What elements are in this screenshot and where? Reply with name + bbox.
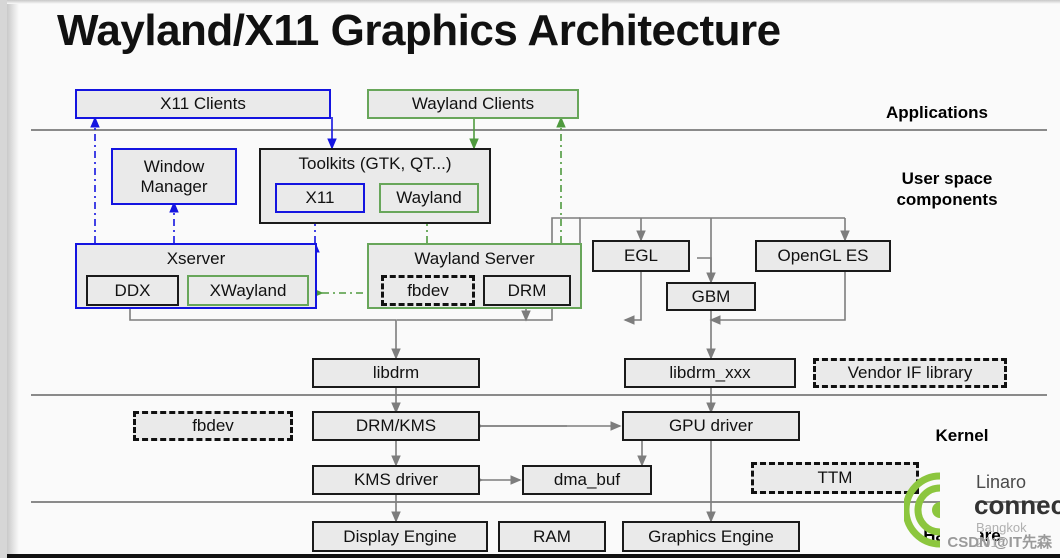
group-wayland-server-title: Wayland Server (414, 249, 535, 268)
divider-userspace (31, 394, 1047, 396)
diagram-canvas: Wayland/X11 Graphics Architecture Applic… (0, 0, 1060, 558)
box-toolkit-x11[interactable]: X11 (275, 183, 365, 213)
box-window-manager[interactable]: Window Manager (111, 148, 237, 205)
box-fbdev[interactable]: fbdev (133, 411, 293, 441)
zone-label-user-space-line1: User space (901, 169, 993, 188)
box-graphics-engine[interactable]: Graphics Engine (622, 521, 800, 552)
group-xserver-title: Xserver (166, 249, 226, 268)
box-ws-fbdev[interactable]: fbdev (381, 275, 475, 306)
logo-product: connect (974, 490, 1060, 520)
box-vendor-if-library[interactable]: Vendor IF library (813, 358, 1007, 388)
box-egl[interactable]: EGL (592, 240, 690, 272)
box-drm-kms[interactable]: DRM/KMS (312, 411, 480, 441)
page-title: Wayland/X11 Graphics Architecture (57, 6, 781, 55)
zone-label-applications: Applications (885, 103, 988, 122)
box-window-manager-line1: Window (143, 156, 205, 176)
box-toolkit-wayland[interactable]: Wayland (379, 183, 479, 213)
top-edge (7, 0, 1060, 4)
box-kms-driver[interactable]: KMS driver (312, 465, 480, 495)
divider-applications (31, 129, 1047, 131)
box-ttm[interactable]: TTM (751, 462, 919, 494)
box-libdrm[interactable]: libdrm (312, 358, 480, 388)
zone-label-user-space: User space components (862, 168, 1032, 211)
box-ram[interactable]: RAM (498, 521, 606, 552)
bottom-edge (7, 554, 1060, 558)
divider-kernel (31, 501, 1047, 503)
box-xwayland[interactable]: XWayland (187, 275, 309, 306)
group-wayland-server[interactable]: Wayland Server fbdev DRM (367, 243, 582, 309)
box-ws-drm[interactable]: DRM (483, 275, 571, 306)
zone-label-kernel: Kernel (935, 426, 989, 445)
zone-label-user-space-line2: components (896, 190, 998, 210)
box-opengl-es[interactable]: OpenGL ES (755, 240, 891, 272)
box-wayland-clients[interactable]: Wayland Clients (367, 89, 579, 119)
box-x11-clients[interactable]: X11 Clients (75, 89, 331, 119)
box-gbm[interactable]: GBM (666, 282, 756, 311)
box-ddx[interactable]: DDX (86, 275, 179, 306)
box-dma-buf[interactable]: dma_buf (522, 465, 652, 495)
group-xserver[interactable]: Xserver DDX XWayland (75, 243, 317, 309)
watermark: CSDN @IT先森 (947, 534, 1052, 551)
box-gpu-driver[interactable]: GPU driver (622, 411, 800, 441)
box-libdrm-xxx[interactable]: libdrm_xxx (624, 358, 796, 388)
box-display-engine[interactable]: Display Engine (312, 521, 488, 552)
group-toolkits-title: Toolkits (GTK, QT...) (298, 154, 452, 173)
group-toolkits[interactable]: Toolkits (GTK, QT...) X11 Wayland (259, 148, 491, 224)
box-window-manager-line2: Manager (140, 176, 208, 196)
